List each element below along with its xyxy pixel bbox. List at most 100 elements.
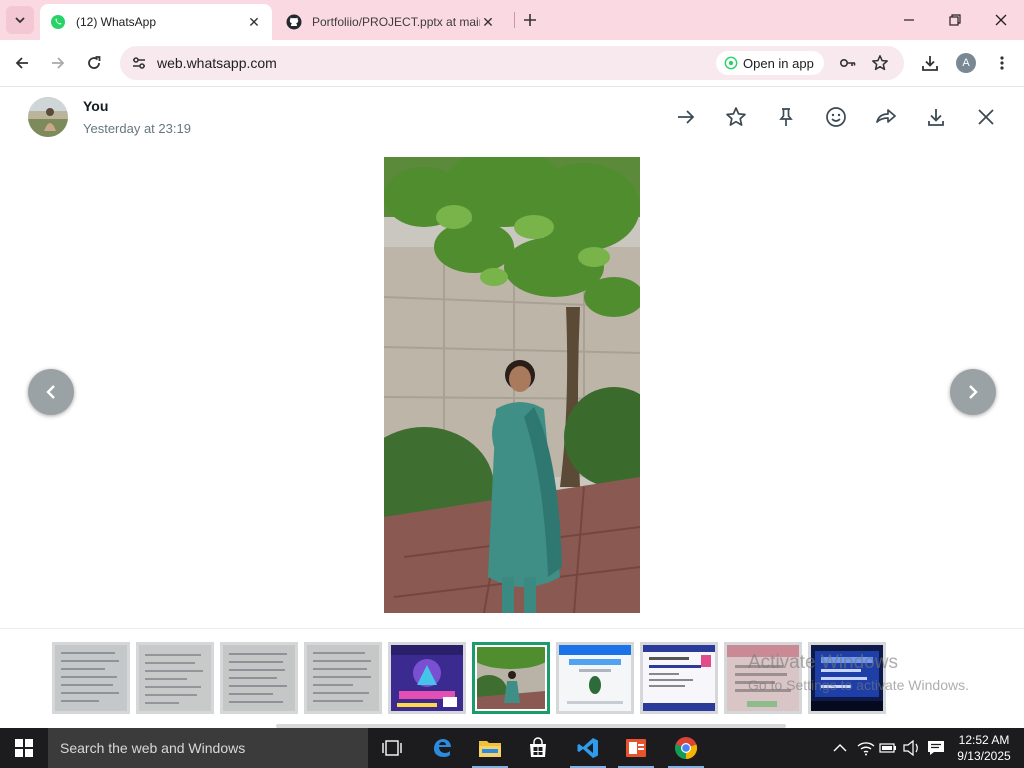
thumbnail-handwritten-notes[interactable] — [304, 642, 382, 714]
tab-separator — [514, 12, 515, 28]
pin-message-button[interactable] — [773, 104, 799, 130]
password-key-button[interactable] — [838, 53, 858, 73]
reload-button[interactable] — [80, 49, 108, 77]
star-icon — [872, 55, 888, 71]
chevron-down-icon — [15, 17, 25, 24]
tab-whatsapp[interactable]: (12) WhatsApp ✕ — [40, 4, 272, 40]
new-tab-button[interactable] — [518, 8, 542, 32]
restore-icon — [949, 14, 961, 26]
thumbnail-handwritten-notes[interactable] — [136, 642, 214, 714]
open-in-app-label: Open in app — [743, 55, 814, 71]
taskbar-vscode[interactable] — [564, 728, 612, 768]
site-info-button[interactable] — [128, 52, 150, 74]
chevron-up-icon — [833, 744, 847, 752]
start-button[interactable] — [0, 728, 48, 768]
thumbnail-webpage-screenshot[interactable] — [556, 642, 634, 714]
star-icon — [726, 107, 746, 126]
windows-taskbar: Search the web and Windows 12:52 AM 9/13… — [0, 728, 1024, 768]
tab-title: Portfoliio/PROJECT.pptx at main — [312, 15, 480, 29]
download-icon — [928, 109, 944, 126]
notification-icon — [928, 741, 944, 755]
download-icon — [922, 56, 938, 71]
url-text[interactable]: web.whatsapp.com — [157, 55, 277, 71]
profile-avatar[interactable]: A — [956, 53, 976, 73]
forward-arrow-icon — [52, 57, 65, 69]
whatsapp-media-viewer: You Yesterday at 23:19 Activate Windows … — [0, 87, 1024, 728]
tab-github[interactable]: Portfoliio/PROJECT.pptx at main ✕ — [276, 4, 506, 40]
back-arrow-icon — [15, 57, 28, 69]
forward-arrow-icon — [678, 110, 695, 124]
tab-search-button[interactable] — [6, 6, 34, 34]
taskbar-store[interactable] — [514, 728, 562, 768]
show-hidden-icons-button[interactable] — [830, 738, 850, 758]
thumbnail-handwritten-notes[interactable] — [52, 642, 130, 714]
thumbnail-divider — [0, 628, 1024, 629]
go-to-message-button[interactable] — [673, 104, 699, 130]
task-view-button[interactable] — [368, 728, 416, 768]
close-icon — [995, 14, 1007, 26]
windows-logo-icon — [15, 739, 33, 757]
action-center-button[interactable] — [926, 738, 946, 758]
close-tab-icon[interactable]: ✕ — [246, 14, 262, 30]
whatsapp-icon — [724, 56, 738, 70]
reload-icon — [88, 56, 101, 69]
sender-name: You — [83, 98, 109, 114]
next-media-button[interactable] — [950, 369, 996, 415]
battery-button[interactable] — [878, 738, 898, 758]
pin-icon — [779, 108, 793, 126]
taskbar-office[interactable] — [612, 728, 660, 768]
taskbar-chrome[interactable] — [662, 728, 710, 768]
thumbnail-selected-photo[interactable] — [472, 642, 550, 714]
clock-time: 12:52 AM — [958, 733, 1010, 747]
open-in-app-button[interactable]: Open in app — [716, 51, 824, 75]
taskbar-clock[interactable]: 12:52 AM 9/13/2025 — [952, 732, 1016, 764]
taskbar-file-explorer[interactable] — [466, 728, 514, 768]
back-button[interactable] — [8, 49, 36, 77]
office-icon — [626, 739, 646, 757]
restore-button[interactable] — [932, 0, 978, 40]
address-bar[interactable]: web.whatsapp.com Open in app — [120, 46, 904, 80]
key-icon — [839, 59, 856, 68]
minimize-button[interactable] — [886, 0, 932, 40]
close-viewer-button[interactable] — [973, 104, 999, 130]
battery-icon — [879, 743, 896, 753]
watermark-title: Activate Windows — [748, 652, 898, 673]
emoji-icon — [826, 107, 846, 127]
chevron-right-icon — [969, 385, 978, 399]
volume-button[interactable] — [902, 738, 922, 758]
tab-title: (12) WhatsApp — [76, 15, 157, 29]
thumbnail-document-screenshot[interactable] — [640, 642, 718, 714]
thumbnail-event-poster[interactable] — [388, 642, 466, 714]
browser-menu-button[interactable] — [988, 49, 1016, 77]
more-vert-icon — [1000, 56, 1004, 70]
bookmark-star-button[interactable] — [870, 53, 890, 73]
browser-toolbar: web.whatsapp.com Open in app A — [0, 40, 1024, 86]
media-image[interactable] — [384, 157, 640, 613]
close-tab-icon[interactable]: ✕ — [480, 14, 496, 30]
taskbar-edge[interactable] — [418, 728, 466, 768]
network-button[interactable] — [856, 738, 876, 758]
task-view-icon — [382, 740, 402, 756]
browser-tabstrip: (12) WhatsApp ✕ Portfoliio/PROJECT.pptx … — [0, 0, 1024, 40]
close-window-button[interactable] — [978, 0, 1024, 40]
wifi-icon — [857, 742, 875, 756]
message-timestamp: Yesterday at 23:19 — [83, 121, 191, 136]
search-placeholder: Search the web and Windows — [60, 740, 246, 756]
minimize-icon — [904, 19, 914, 21]
downloads-button[interactable] — [916, 49, 944, 77]
download-media-button[interactable] — [923, 104, 949, 130]
chevron-left-icon — [46, 385, 55, 399]
share-forward-icon — [876, 109, 896, 123]
react-button[interactable] — [823, 104, 849, 130]
clock-date: 9/13/2025 — [957, 749, 1011, 763]
forward-button[interactable] — [44, 49, 72, 77]
star-message-button[interactable] — [723, 104, 749, 130]
forward-message-button[interactable] — [873, 104, 899, 130]
taskbar-search-box[interactable]: Search the web and Windows — [48, 728, 368, 768]
close-icon — [978, 109, 994, 125]
thumbnail-handwritten-notes[interactable] — [220, 642, 298, 714]
previous-media-button[interactable] — [28, 369, 74, 415]
github-icon — [286, 14, 302, 30]
edge-icon — [434, 739, 451, 757]
sender-avatar[interactable] — [28, 97, 68, 137]
